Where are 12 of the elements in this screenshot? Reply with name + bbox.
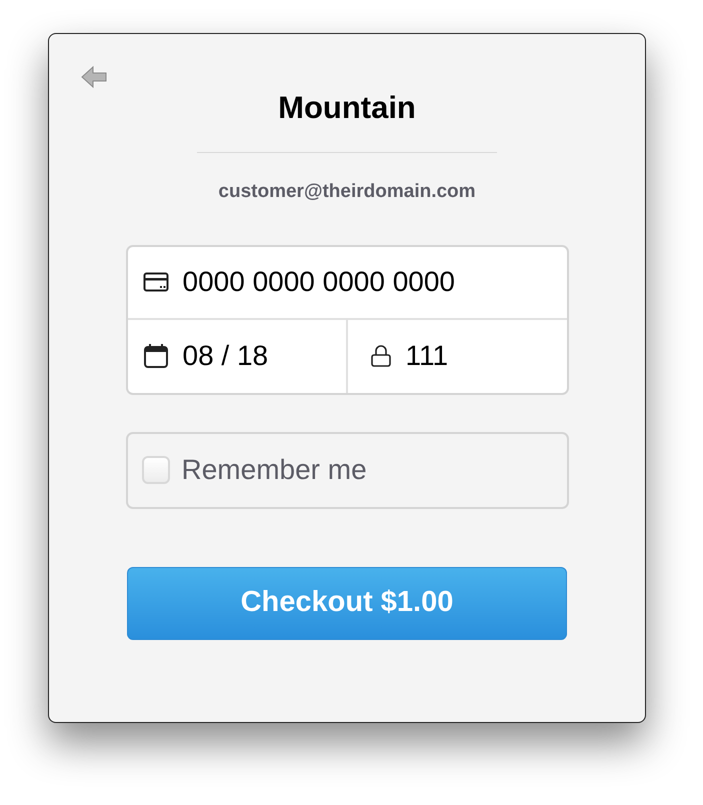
card-number-field[interactable]: 0000 0000 0000 0000 [128,246,566,320]
expiry-field[interactable]: 08 / 18 [128,320,348,392]
dialog-title: Mountain [278,89,416,127]
calendar-icon [142,343,168,369]
lock-icon [370,344,392,368]
back-arrow-icon [80,65,108,89]
credit-card-icon [142,271,168,293]
remember-me-option[interactable]: Remember me [126,432,568,508]
checkbox[interactable] [142,456,170,484]
cvc-field[interactable]: 111 [348,320,566,392]
back-button[interactable] [79,64,109,90]
email-text: customer@theirdomain.com [218,180,476,204]
